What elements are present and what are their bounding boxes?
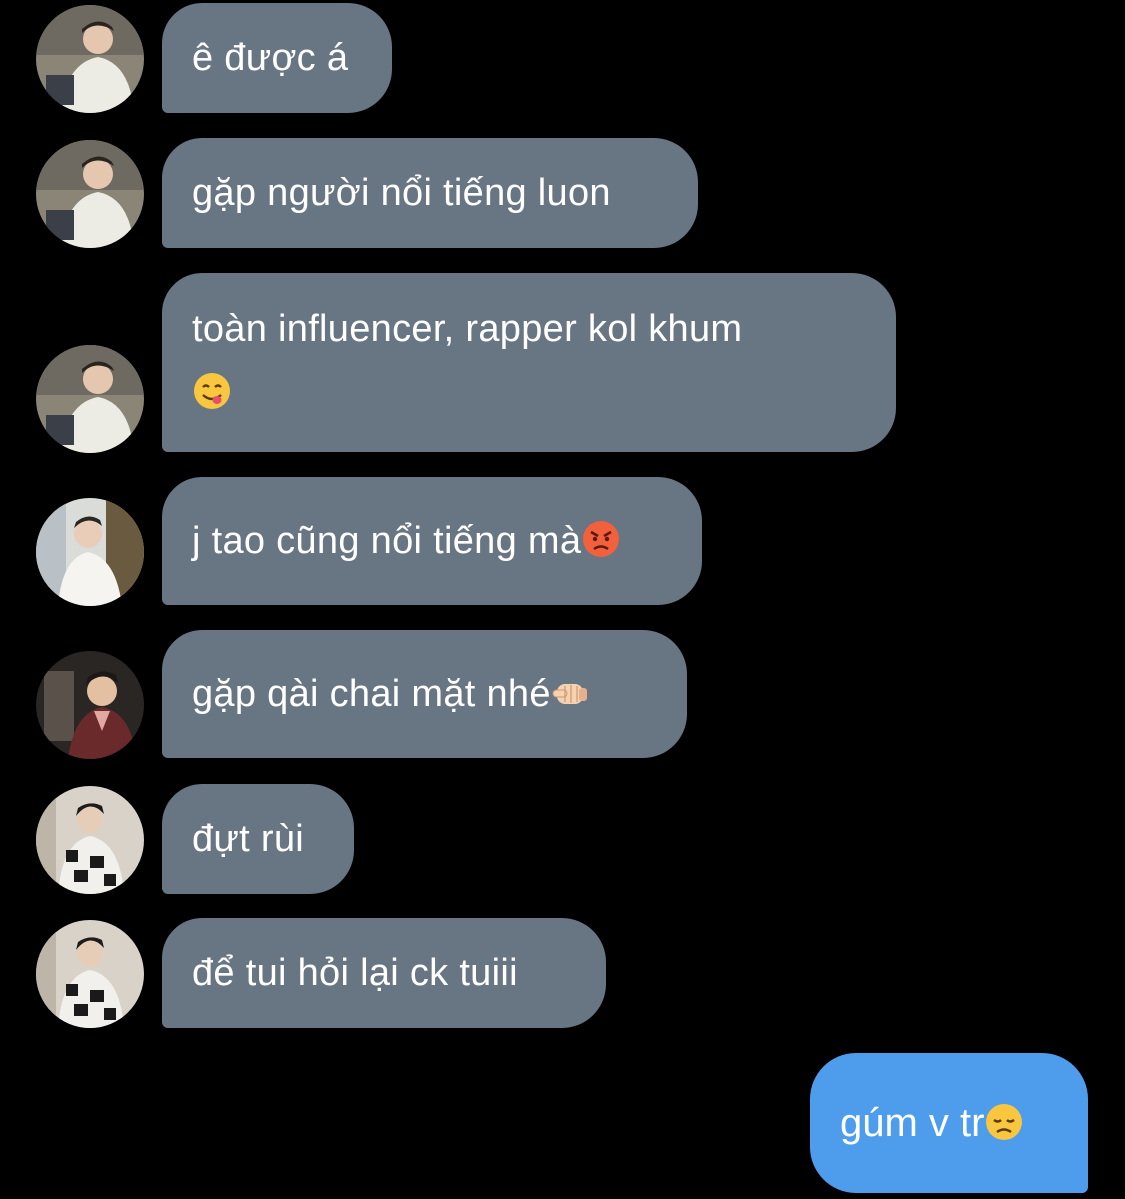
sender-avatar[interactable] <box>36 920 144 1028</box>
incoming-message-bubble[interactable]: gặp người nổi tiếng luon <box>162 138 698 248</box>
message-text: ê được á <box>192 37 349 79</box>
message-text: j tao cũng nổi tiếng mà <box>192 520 582 562</box>
angry-emoji <box>581 506 621 557</box>
sender-avatar[interactable] <box>36 140 144 248</box>
incoming-message-bubble[interactable]: gặp qài chai mặt nhé <box>162 630 687 758</box>
message-text: toàn influencer, rapper kol khum <box>192 308 743 350</box>
message-text: gặp người nổi tiếng luon <box>192 172 611 214</box>
sender-avatar[interactable] <box>36 498 144 606</box>
incoming-message-bubble[interactable]: đựt rùi <box>162 784 354 894</box>
sender-avatar[interactable] <box>36 786 144 894</box>
outgoing-message-bubble[interactable]: gúm v tr <box>810 1053 1088 1193</box>
incoming-message-bubble[interactable]: j tao cũng nổi tiếng mà <box>162 477 702 605</box>
sender-avatar[interactable] <box>36 5 144 113</box>
incoming-message-bubble[interactable]: để tui hỏi lại ck tuiii <box>162 918 606 1028</box>
disappointed-emoji <box>984 1059 1024 1140</box>
pointing-fist-emoji <box>551 659 591 704</box>
sender-avatar[interactable] <box>36 651 144 759</box>
message-text: gặp qài chai mặt nhé <box>192 673 551 715</box>
sender-avatar[interactable] <box>36 345 144 453</box>
incoming-message-bubble[interactable]: toàn influencer, rapper kol khum <box>162 273 896 452</box>
message-text: đựt rùi <box>192 818 305 860</box>
yum-emoji <box>192 367 232 409</box>
message-text: gúm v tr <box>840 1101 985 1145</box>
incoming-message-bubble[interactable]: ê được á <box>162 3 392 113</box>
message-text: để tui hỏi lại ck tuiii <box>192 952 518 994</box>
